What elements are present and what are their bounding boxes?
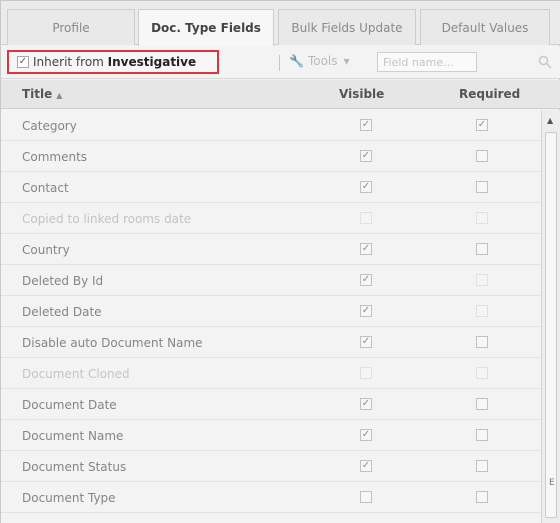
required-checkbox[interactable] [476, 336, 488, 348]
table-row[interactable]: Document Status ✓ [1, 451, 541, 482]
table-row[interactable]: Document Date ✓ [1, 389, 541, 420]
scrollbar-thumb[interactable]: E [545, 132, 557, 518]
grid-body: Category ✓ ✓ Comments ✓ Contact ✓ Copied to lin… [1, 110, 541, 523]
visible-checkbox[interactable]: ✓ [360, 460, 372, 472]
field-title: Disable auto Document Name [22, 336, 203, 350]
field-title: Contact [22, 181, 69, 195]
required-checkbox[interactable] [476, 367, 488, 379]
tab-default-values-label: Default Values [441, 20, 529, 35]
visible-checkbox[interactable]: ✓ [360, 181, 372, 193]
field-title: Document Status [22, 460, 127, 474]
field-title: Copied to linked rooms date [22, 212, 192, 226]
required-checkbox[interactable] [476, 181, 488, 193]
table-row[interactable]: Category ✓ ✓ [1, 110, 541, 141]
vertical-scrollbar[interactable]: ▲ E [541, 110, 560, 523]
table-row[interactable]: Comments ✓ [1, 141, 541, 172]
field-title: Deleted By Id [22, 274, 104, 288]
inherit-label: Inherit from Investigative [33, 55, 196, 69]
field-title: Document Date [22, 398, 117, 412]
visible-checkbox[interactable]: ✓ [360, 119, 372, 131]
required-checkbox[interactable] [476, 150, 488, 162]
field-title: Document Type [22, 491, 116, 505]
tab-profile[interactable]: Profile [7, 9, 135, 45]
doc-type-fields-panel: Profile Doc. Type Fields Bulk Fields Upd… [0, 0, 560, 523]
visible-checkbox[interactable] [360, 367, 372, 379]
table-row[interactable]: Deleted By Id ✓ [1, 265, 541, 296]
field-title: Comments [22, 150, 88, 164]
visible-checkbox[interactable]: ✓ [360, 429, 372, 441]
visible-checkbox[interactable]: ✓ [360, 398, 372, 410]
required-checkbox[interactable] [476, 305, 488, 317]
visible-checkbox[interactable]: ✓ [360, 243, 372, 255]
visible-checkbox[interactable] [360, 212, 372, 224]
visible-checkbox[interactable]: ✓ [360, 150, 372, 162]
visible-checkbox[interactable]: ✓ [360, 336, 372, 348]
required-checkbox[interactable]: ✓ [476, 119, 488, 131]
table-row[interactable]: Document Type [1, 482, 541, 513]
tab-bar: Profile Doc. Type Fields Bulk Fields Upd… [1, 1, 560, 46]
field-title: Category [22, 119, 77, 133]
inherit-source: Investigative [107, 55, 197, 69]
column-header-visible[interactable]: Visible [339, 87, 399, 101]
table-row[interactable]: Document Name ✓ [1, 420, 541, 451]
scroll-up-icon[interactable]: ▲ [547, 116, 553, 125]
inherit-checkbox[interactable]: ✓ [17, 56, 29, 68]
thumb-grip-icon: E [549, 478, 555, 488]
field-name-input[interactable]: Field name... [377, 52, 477, 72]
column-header-title[interactable]: Title ▲ [22, 87, 62, 101]
required-checkbox[interactable] [476, 460, 488, 472]
toolbar-separator [279, 55, 280, 71]
wrench-icon: 🔧 [289, 54, 304, 68]
inherit-prefix: Inherit from [33, 55, 108, 69]
tab-bulk-fields-update[interactable]: Bulk Fields Update [278, 9, 416, 45]
tab-bulk-fields-update-label: Bulk Fields Update [291, 20, 403, 35]
required-checkbox[interactable] [476, 243, 488, 255]
tools-label: Tools [307, 54, 338, 68]
table-row[interactable]: Contact ✓ [1, 172, 541, 203]
field-title: Document Name [22, 429, 124, 443]
tab-doc-type-fields-label: Doc. Type Fields [151, 21, 261, 35]
table-row[interactable]: Deleted Date ✓ [1, 296, 541, 327]
grid-header: Title ▲ Visible Required [1, 80, 560, 109]
table-row[interactable]: Country ✓ [1, 234, 541, 265]
tab-default-values[interactable]: Default Values [420, 9, 550, 45]
field-title: Country [22, 243, 70, 257]
field-title: Document Cloned [22, 367, 130, 381]
visible-checkbox[interactable]: ✓ [360, 305, 372, 317]
tab-profile-label: Profile [52, 20, 90, 35]
column-header-required[interactable]: Required [459, 87, 539, 101]
field-title: Deleted Date [22, 305, 102, 319]
visible-checkbox[interactable]: ✓ [360, 274, 372, 286]
column-title-label: Title [22, 87, 53, 101]
table-row[interactable]: Copied to linked rooms date [1, 203, 541, 234]
chevron-down-icon: ▼ [343, 56, 350, 66]
table-row[interactable]: Document Cloned [1, 358, 541, 389]
visible-checkbox[interactable] [360, 491, 372, 503]
required-checkbox[interactable] [476, 274, 488, 286]
tools-dropdown[interactable]: 🔧 Tools ▼ [289, 54, 350, 68]
required-checkbox[interactable] [476, 212, 488, 224]
required-checkbox[interactable] [476, 398, 488, 410]
search-icon[interactable] [538, 55, 552, 69]
required-checkbox[interactable] [476, 491, 488, 503]
tab-doc-type-fields[interactable]: Doc. Type Fields [138, 9, 274, 46]
inherit-highlight-box: ✓ Inherit from Investigative [7, 50, 219, 74]
toolbar: ✓ Inherit from Investigative 🔧 Tools ▼ F… [1, 46, 560, 79]
table-row[interactable]: Disable auto Document Name ✓ [1, 327, 541, 358]
required-checkbox[interactable] [476, 429, 488, 441]
sort-ascending-icon: ▲ [56, 91, 63, 100]
